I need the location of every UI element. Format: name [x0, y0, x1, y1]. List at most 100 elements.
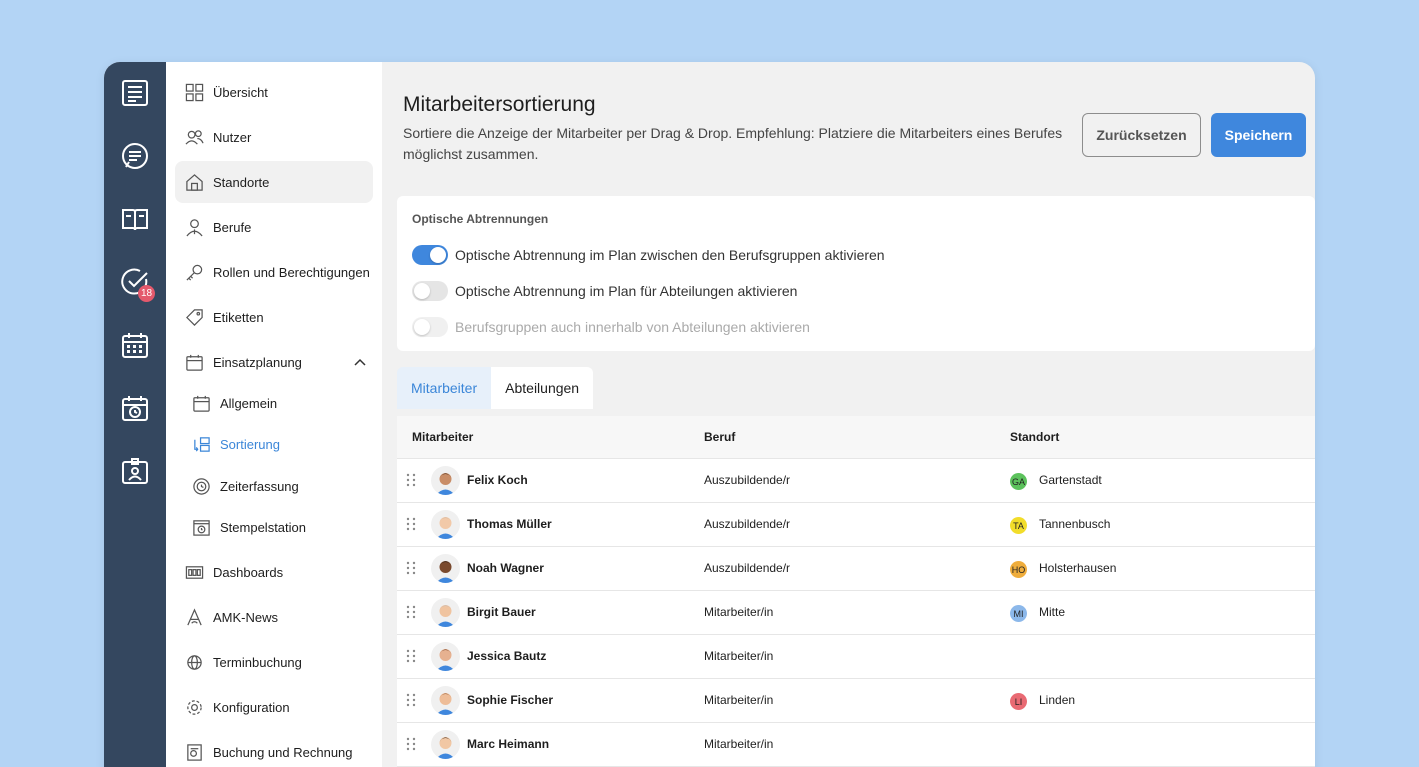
nav-item-label: Buchung und Rechnung — [213, 744, 353, 760]
location-badge: HO — [1010, 561, 1027, 578]
table-row[interactable]: Sophie Fischer Mitarbeiter/in LI Linden — [397, 679, 1315, 723]
nav-subitem-zeiterfassung[interactable]: Zeiterfassung — [182, 465, 372, 507]
tab-mitarbeiter[interactable]: Mitarbeiter — [397, 367, 492, 409]
nav-item-nutzer[interactable]: Nutzer — [175, 116, 373, 158]
nav-item-label: Terminbuchung — [213, 654, 302, 670]
employee-name: Felix Koch — [467, 473, 528, 487]
employee-location: Holsterhausen — [1039, 561, 1117, 575]
table-row[interactable]: Thomas Müller Auszubildende/r TA Tannenbusc… — [397, 503, 1315, 547]
tasks-badge: 18 — [138, 285, 156, 302]
avatar — [431, 466, 460, 495]
chevron-up-icon[interactable] — [353, 355, 367, 369]
employee-name: Noah Wagner — [467, 561, 544, 575]
drag-handle-icon[interactable] — [406, 693, 416, 707]
avatar — [431, 598, 460, 627]
nav-item-uebersicht[interactable]: Übersicht — [175, 71, 373, 113]
drag-handle-icon[interactable] — [406, 517, 416, 531]
nav-item-label: Nutzer — [213, 129, 252, 145]
nav-item-berufe[interactable]: Berufe — [175, 206, 373, 248]
nav-item-etiketten[interactable]: Etiketten — [175, 296, 373, 338]
save-button[interactable]: Speichern — [1211, 113, 1306, 157]
table-row[interactable]: Felix Koch Auszubildende/r GA Gartenstadt — [397, 459, 1315, 503]
nav-item-buchung[interactable]: Buchung und Rechnung — [175, 731, 373, 767]
location-badge: GA — [1010, 473, 1027, 490]
nav-item-label: Stempelstation — [220, 519, 306, 535]
drag-handle-icon[interactable] — [406, 473, 416, 487]
employee-job: Mitarbeiter/in — [704, 693, 774, 707]
drag-handle-icon[interactable] — [406, 737, 416, 751]
employee-name: Birgit Bauer — [467, 605, 536, 619]
sort-icon — [191, 434, 211, 454]
toggle-switch[interactable] — [412, 245, 448, 265]
nav-item-einsatzplanung[interactable]: Einsatzplanung — [175, 341, 373, 383]
employee-job: Auszubildende/r — [704, 517, 791, 531]
toggle-label: Optische Abtrennung im Plan zwischen den… — [455, 247, 885, 263]
toggle-row-innerhalb: Berufsgruppen auch innerhalb von Abteilu… — [412, 317, 810, 337]
table-header: Mitarbeiter Beruf Standort — [397, 416, 1315, 459]
drag-handle-icon[interactable] — [406, 649, 416, 663]
table-row[interactable]: Marc Heimann Mitarbeiter/in — [397, 723, 1315, 767]
calendar-icon — [191, 393, 211, 413]
tasks-check-icon[interactable]: 18 — [120, 267, 156, 302]
nav-item-rollen[interactable]: Rollen und Berechtigungen — [175, 251, 373, 293]
nav-item-label: Berufe — [213, 219, 252, 235]
employee-location: Tannenbusch — [1039, 517, 1111, 531]
toggle-row-abteilungen: Optische Abtrennung im Plan für Abteilun… — [412, 281, 797, 301]
key-icon — [184, 262, 204, 282]
column-header[interactable]: Mitarbeiter — [412, 430, 473, 444]
avatar — [431, 730, 460, 759]
nav-item-amk-news[interactable]: AMK-News — [175, 596, 373, 638]
id-badge-icon[interactable] — [120, 456, 150, 486]
nav-subitem-stempelstation[interactable]: Stempelstation — [182, 506, 372, 548]
globe-icon — [184, 652, 204, 672]
avatar — [431, 510, 460, 539]
table-row[interactable]: Jessica Bautz Mitarbeiter/in — [397, 635, 1315, 679]
reset-button[interactable]: Zurücksetzen — [1082, 113, 1201, 157]
calendar-clock-icon[interactable] — [120, 393, 150, 423]
employee-job: Mitarbeiter/in — [704, 737, 774, 751]
stamp-clock-icon — [191, 517, 211, 537]
tag-icon — [184, 307, 204, 327]
nav-subitem-sortierung[interactable]: Sortierung — [182, 423, 372, 465]
location-badge: LI — [1010, 693, 1027, 710]
calendar-icon[interactable] — [120, 330, 150, 360]
chat-icon[interactable] — [120, 141, 150, 171]
nav-item-label: Übersicht — [213, 84, 268, 100]
nav-subitem-allgemein[interactable]: Allgemein — [182, 382, 372, 424]
dashboard-icon — [184, 562, 204, 582]
employee-name: Thomas Müller — [467, 517, 552, 531]
nav-item-dashboards[interactable]: Dashboards — [175, 551, 373, 593]
newspaper-icon[interactable] — [120, 78, 150, 108]
tab-abteilungen[interactable]: Abteilungen — [491, 367, 594, 409]
toggle-switch[interactable] — [412, 281, 448, 301]
toggle-row-berufsgruppen: Optische Abtrennung im Plan zwischen den… — [412, 245, 885, 265]
employee-job: Mitarbeiter/in — [704, 649, 774, 663]
table-row[interactable]: Birgit Bauer Mitarbeiter/in MI Mitte — [397, 591, 1315, 635]
avatar — [431, 686, 460, 715]
nav-item-konfiguration[interactable]: Konfiguration — [175, 686, 373, 728]
nav-item-label: Allgemein — [220, 395, 278, 411]
column-header[interactable]: Standort — [1010, 430, 1059, 444]
clock-refresh-icon — [191, 476, 211, 496]
nav-item-terminbuchung[interactable]: Terminbuchung — [175, 641, 373, 683]
nav-item-label: Dashboards — [213, 564, 284, 580]
employee-name: Sophie Fischer — [467, 693, 554, 707]
drag-handle-icon[interactable] — [406, 561, 416, 575]
nav-item-standorte[interactable]: Standorte — [175, 161, 373, 203]
employee-location: Gartenstadt — [1039, 473, 1102, 487]
avatar — [431, 554, 460, 583]
table-row[interactable]: Noah Wagner Auszubildende/r HO Holsterhause… — [397, 547, 1315, 591]
nav-item-label: Einsatzplanung — [213, 354, 302, 370]
toggle-switch — [412, 317, 448, 337]
nav-item-label: Etiketten — [213, 309, 264, 325]
employee-name: Marc Heimann — [467, 737, 550, 751]
drag-handle-icon[interactable] — [406, 605, 416, 619]
nav-item-label: Standorte — [213, 174, 270, 190]
calendar-icon — [184, 352, 204, 372]
toggle-label: Berufsgruppen auch innerhalb von Abteilu… — [455, 319, 810, 335]
column-header[interactable]: Beruf — [704, 430, 735, 444]
settings-nav: Übersicht Nutzer Standorte Berufe Rollen… — [166, 62, 382, 767]
book-icon[interactable] — [120, 204, 150, 234]
news-icon — [184, 607, 204, 627]
gear-icon — [184, 697, 204, 717]
